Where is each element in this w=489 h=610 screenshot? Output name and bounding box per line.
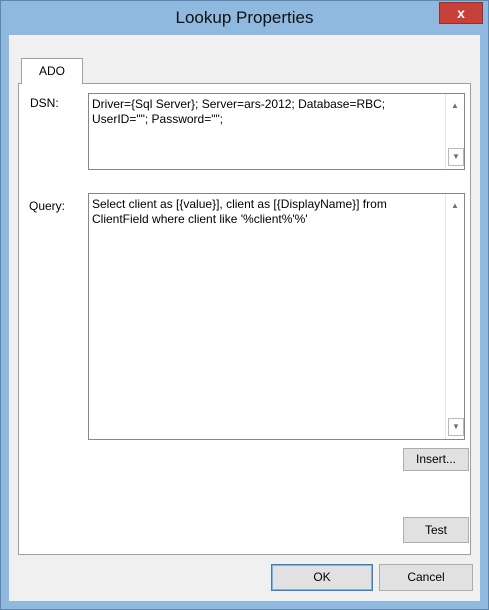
- dialog-title: Lookup Properties: [175, 8, 314, 27]
- test-button[interactable]: Test: [403, 517, 469, 543]
- query-label: Query:: [29, 199, 66, 213]
- scroll-up-arrow-icon[interactable]: ▲: [448, 198, 462, 214]
- title-bar[interactable]: Lookup Properties x: [1, 1, 488, 35]
- dsn-scrollbar[interactable]: ▲ ▼: [445, 94, 464, 169]
- dsn-text: Driver={Sql Server}; Server=ars-2012; Da…: [92, 97, 386, 126]
- query-text: Select client as [{value}], client as [{…: [92, 197, 387, 226]
- scroll-up-arrow-icon[interactable]: ▲: [448, 98, 462, 114]
- tab-panel-ado: DSN: Driver={Sql Server}; Server=ars-201…: [18, 83, 471, 555]
- dsn-label: DSN:: [30, 96, 59, 110]
- query-scrollbar[interactable]: ▲ ▼: [445, 194, 464, 439]
- dsn-field[interactable]: Driver={Sql Server}; Server=ars-2012; Da…: [88, 93, 465, 170]
- dialog-body: ADO DSN: Driver={Sql Server}; Server=ars…: [9, 35, 480, 601]
- cancel-button[interactable]: Cancel: [379, 564, 473, 591]
- close-button[interactable]: x: [439, 2, 483, 24]
- tab-label: ADO: [38, 64, 65, 78]
- tab-ado[interactable]: ADO: [21, 58, 83, 84]
- lookup-properties-dialog: Lookup Properties x ADO DSN: Driver={Sql…: [0, 0, 489, 610]
- ok-button[interactable]: OK: [271, 564, 373, 591]
- insert-button[interactable]: Insert...: [403, 448, 469, 471]
- scroll-down-arrow-icon[interactable]: ▼: [448, 148, 464, 166]
- query-field[interactable]: Select client as [{value}], client as [{…: [88, 193, 465, 440]
- scroll-down-arrow-icon[interactable]: ▼: [448, 418, 464, 436]
- close-icon: x: [457, 5, 465, 21]
